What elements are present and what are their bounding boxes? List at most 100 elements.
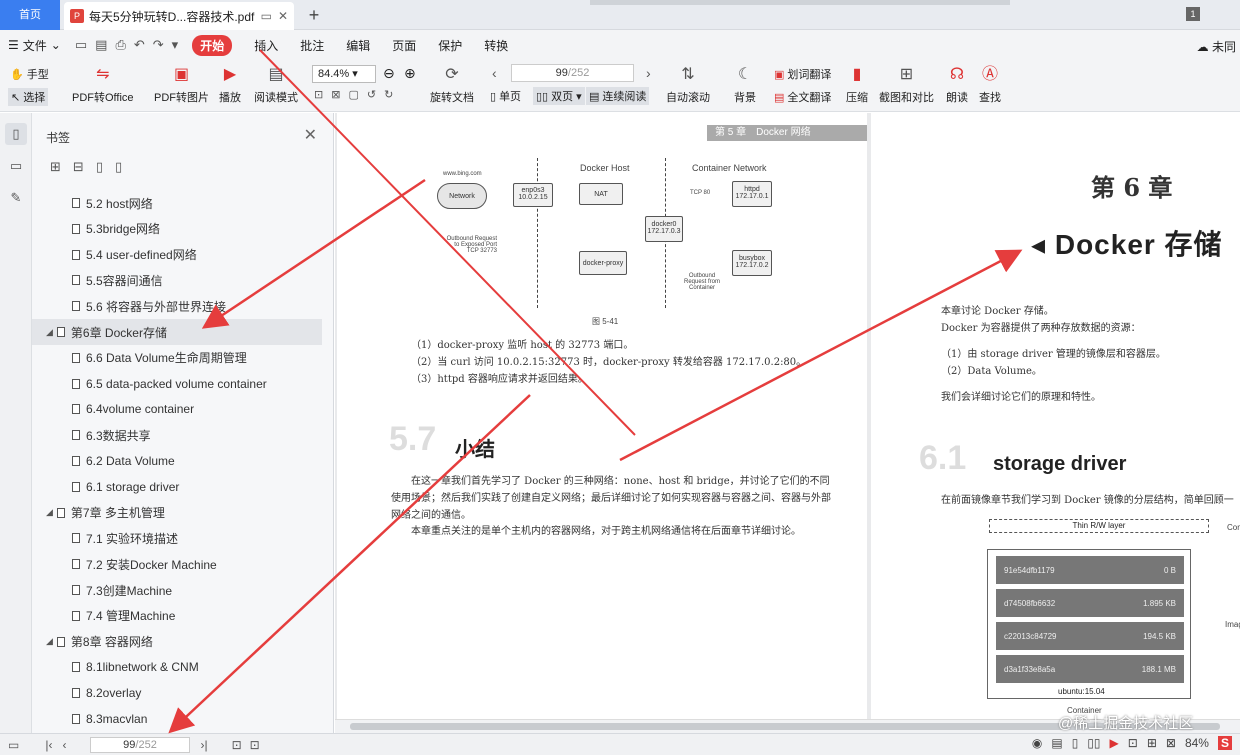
first-page-icon[interactable]: |‹ (45, 738, 52, 752)
collapse-all-icon[interactable]: ⊟ (73, 159, 84, 175)
expand-all-icon[interactable]: ⊞ (50, 159, 61, 175)
back-icon[interactable]: ⊡ (232, 738, 242, 752)
menu-annotate[interactable]: 批注 (300, 37, 324, 54)
bookmark-item[interactable]: 5.2 host网络 (32, 190, 322, 216)
zoom-out-button[interactable]: ⊖ (383, 65, 395, 82)
more-icon[interactable]: ▾ (172, 37, 179, 53)
document-viewport[interactable]: 第 5 章 Docker 网络 Docker Host Container Ne… (335, 113, 1240, 733)
bookmark-item[interactable]: 6.1 storage driver (32, 474, 322, 500)
menu-protect[interactable]: 保护 (438, 37, 462, 54)
bookmark-item[interactable]: 6.6 Data Volume生命周期管理 (32, 345, 322, 371)
double-page-button[interactable]: ▯▯ 双页 ▾ (533, 87, 585, 105)
background-button[interactable]: ☾ 背景 (734, 64, 756, 105)
play-icon[interactable]: ▶ (1110, 736, 1119, 750)
fullscreen-icon[interactable]: ⊠ (1166, 736, 1176, 750)
print-icon[interactable]: ⎙ (115, 37, 125, 53)
add-bookmark-icon[interactable]: ▯ (96, 159, 103, 175)
collapse-arrow-icon[interactable]: ◢ (46, 636, 53, 647)
bookmark-item[interactable]: 8.2overlay (32, 680, 322, 706)
read-mode-button[interactable]: ▤ 阅读模式 (254, 64, 298, 105)
bookmark-item[interactable]: 5.4 user-defined网络 (32, 242, 322, 268)
find-button[interactable]: Ⓐ 查找 (979, 64, 1001, 105)
status-zoom[interactable]: 84% (1185, 736, 1209, 750)
bookmark-panel-icon[interactable]: ▯ (5, 123, 27, 145)
prev-page-button[interactable]: ‹ (492, 65, 497, 81)
play-button[interactable]: ▶ 播放 (219, 64, 241, 105)
bookmark-item[interactable]: 5.6 将容器与外部世界连接 (32, 293, 322, 319)
close-icon[interactable]: ✕ (304, 125, 317, 145)
bookmark-item[interactable]: 8.1libnetwork & CNM (32, 654, 322, 680)
bookmark-item[interactable]: 6.2 Data Volume (32, 448, 322, 474)
menu-page[interactable]: 页面 (392, 37, 416, 54)
bookmark-item[interactable]: 5.5容器间通信 (32, 267, 322, 293)
rotate-document-button[interactable]: ⟳ 旋转文档 (430, 64, 474, 105)
wps-logo-icon: S (1217, 736, 1232, 750)
fit-width-icon[interactable]: ⊞ (1147, 736, 1157, 750)
new-tab-button[interactable]: + (303, 4, 325, 26)
forward-icon[interactable]: ⊡ (250, 738, 260, 752)
single-view-icon[interactable]: ▤ (1051, 736, 1062, 750)
bookmark-item[interactable]: 5.3bridge网络 (32, 216, 322, 242)
menu-insert[interactable]: 插入 (254, 37, 278, 54)
last-page-icon[interactable]: ›| (200, 738, 207, 752)
bookmark-chapter[interactable]: ◢ 第7章 多主机管理 (32, 500, 322, 526)
zoom-select[interactable]: 84.4% ▾ (312, 65, 376, 83)
hand-tool[interactable]: ✋ 手型 (10, 66, 49, 82)
auto-scroll-button[interactable]: ⇅ 自动滚动 (666, 64, 710, 105)
fit-icon[interactable]: ⊡ (1128, 736, 1138, 750)
folder-icon[interactable]: ▭ (75, 37, 87, 53)
double-view-icon[interactable]: ▯▯ (1087, 736, 1100, 750)
tab-document[interactable]: P 每天5分钟玩转D...容器技术.pdf ▭ ✕ (64, 2, 294, 30)
menu-start[interactable]: 开始 (192, 34, 233, 56)
collapse-arrow-icon[interactable]: ◢ (46, 327, 53, 338)
continuous-read-button[interactable]: ▤ 连续阅读 (586, 87, 650, 105)
zoom-in-button[interactable]: ⊕ (404, 65, 416, 82)
menu-convert[interactable]: 转换 (484, 37, 508, 54)
bookmark-item[interactable]: 6.5 data-packed volume container (32, 371, 322, 397)
tab-home[interactable]: 首页 (0, 0, 60, 30)
fit-width-icon[interactable]: ▢ (348, 88, 358, 101)
bookmark-item[interactable]: 7.4 管理Machine (32, 603, 322, 629)
pdf-to-image-button[interactable]: ▣ PDF转图片 (154, 64, 209, 105)
full-translate-button[interactable]: ▤ 全文翻译 (774, 89, 831, 105)
bookmark-chapter[interactable]: ◢ 第6章 Docker存储 (32, 319, 322, 345)
bookmark-item[interactable]: 6.3数据共享 (32, 422, 322, 448)
fit-page-icon[interactable]: ⊠ (331, 88, 340, 101)
signature-panel-icon[interactable]: ✎ (5, 187, 27, 209)
bookmark-item[interactable]: 6.4volume container (32, 396, 322, 422)
screen-icon[interactable]: ▭ (261, 9, 272, 23)
select-tool[interactable]: ↖ 选择 (8, 88, 49, 106)
word-translate-button[interactable]: ▣ 划词翻译 (774, 66, 831, 82)
rotate-left-icon[interactable]: ↺ (367, 88, 376, 101)
close-tab-icon[interactable]: ✕ (278, 9, 288, 23)
next-page-button[interactable]: › (646, 65, 651, 81)
undo-icon[interactable]: ↶ (134, 37, 145, 53)
save-icon[interactable]: ▤ (95, 37, 107, 53)
file-menu[interactable]: ☰ 文件 ⌄ (8, 37, 61, 54)
page-number-input[interactable]: 99/252 (511, 64, 634, 82)
read-aloud-button[interactable]: ☊ 朗读 (946, 64, 968, 105)
collapse-arrow-icon[interactable]: ◢ (46, 507, 53, 518)
single-page-button[interactable]: ▯ 单页 (490, 88, 521, 104)
actual-size-icon[interactable]: ⊡ (314, 88, 323, 101)
menu-edit[interactable]: 编辑 (346, 37, 370, 54)
prev-page-icon[interactable]: ‹ (62, 738, 66, 752)
bookmark-icon[interactable]: ▯ (115, 159, 122, 175)
page-view-icon[interactable]: ▯ (1072, 736, 1079, 750)
eye-icon[interactable]: ◉ (1032, 736, 1042, 750)
bookmark-chapter[interactable]: ◢ 第8章 容器网络 (32, 629, 322, 655)
sidebar-toggle-icon[interactable]: ▭ (8, 738, 19, 752)
thumbnail-panel-icon[interactable]: ▭ (5, 155, 27, 177)
status-page-input[interactable]: 99/252 (90, 737, 190, 753)
bookmark-item[interactable]: 7.3创建Machine (32, 577, 322, 603)
rotate-right-icon[interactable]: ↻ (384, 88, 393, 101)
redo-icon[interactable]: ↷ (153, 37, 164, 53)
pdf-to-office-button[interactable]: ⇋ PDF转Office (72, 64, 134, 105)
bookmark-item[interactable]: 8.3macvlan (32, 706, 322, 732)
hamburger-icon: ☰ (8, 38, 19, 52)
cloud-sync[interactable]: ☁ 未同 (1197, 38, 1236, 55)
compress-button[interactable]: ▮ 压缩 (846, 64, 868, 105)
screenshot-compare-button[interactable]: ⊞ 截图和对比 (879, 64, 934, 105)
bookmark-item[interactable]: 7.1 实验环境描述 (32, 525, 322, 551)
bookmark-item[interactable]: 7.2 安装Docker Machine (32, 551, 322, 577)
